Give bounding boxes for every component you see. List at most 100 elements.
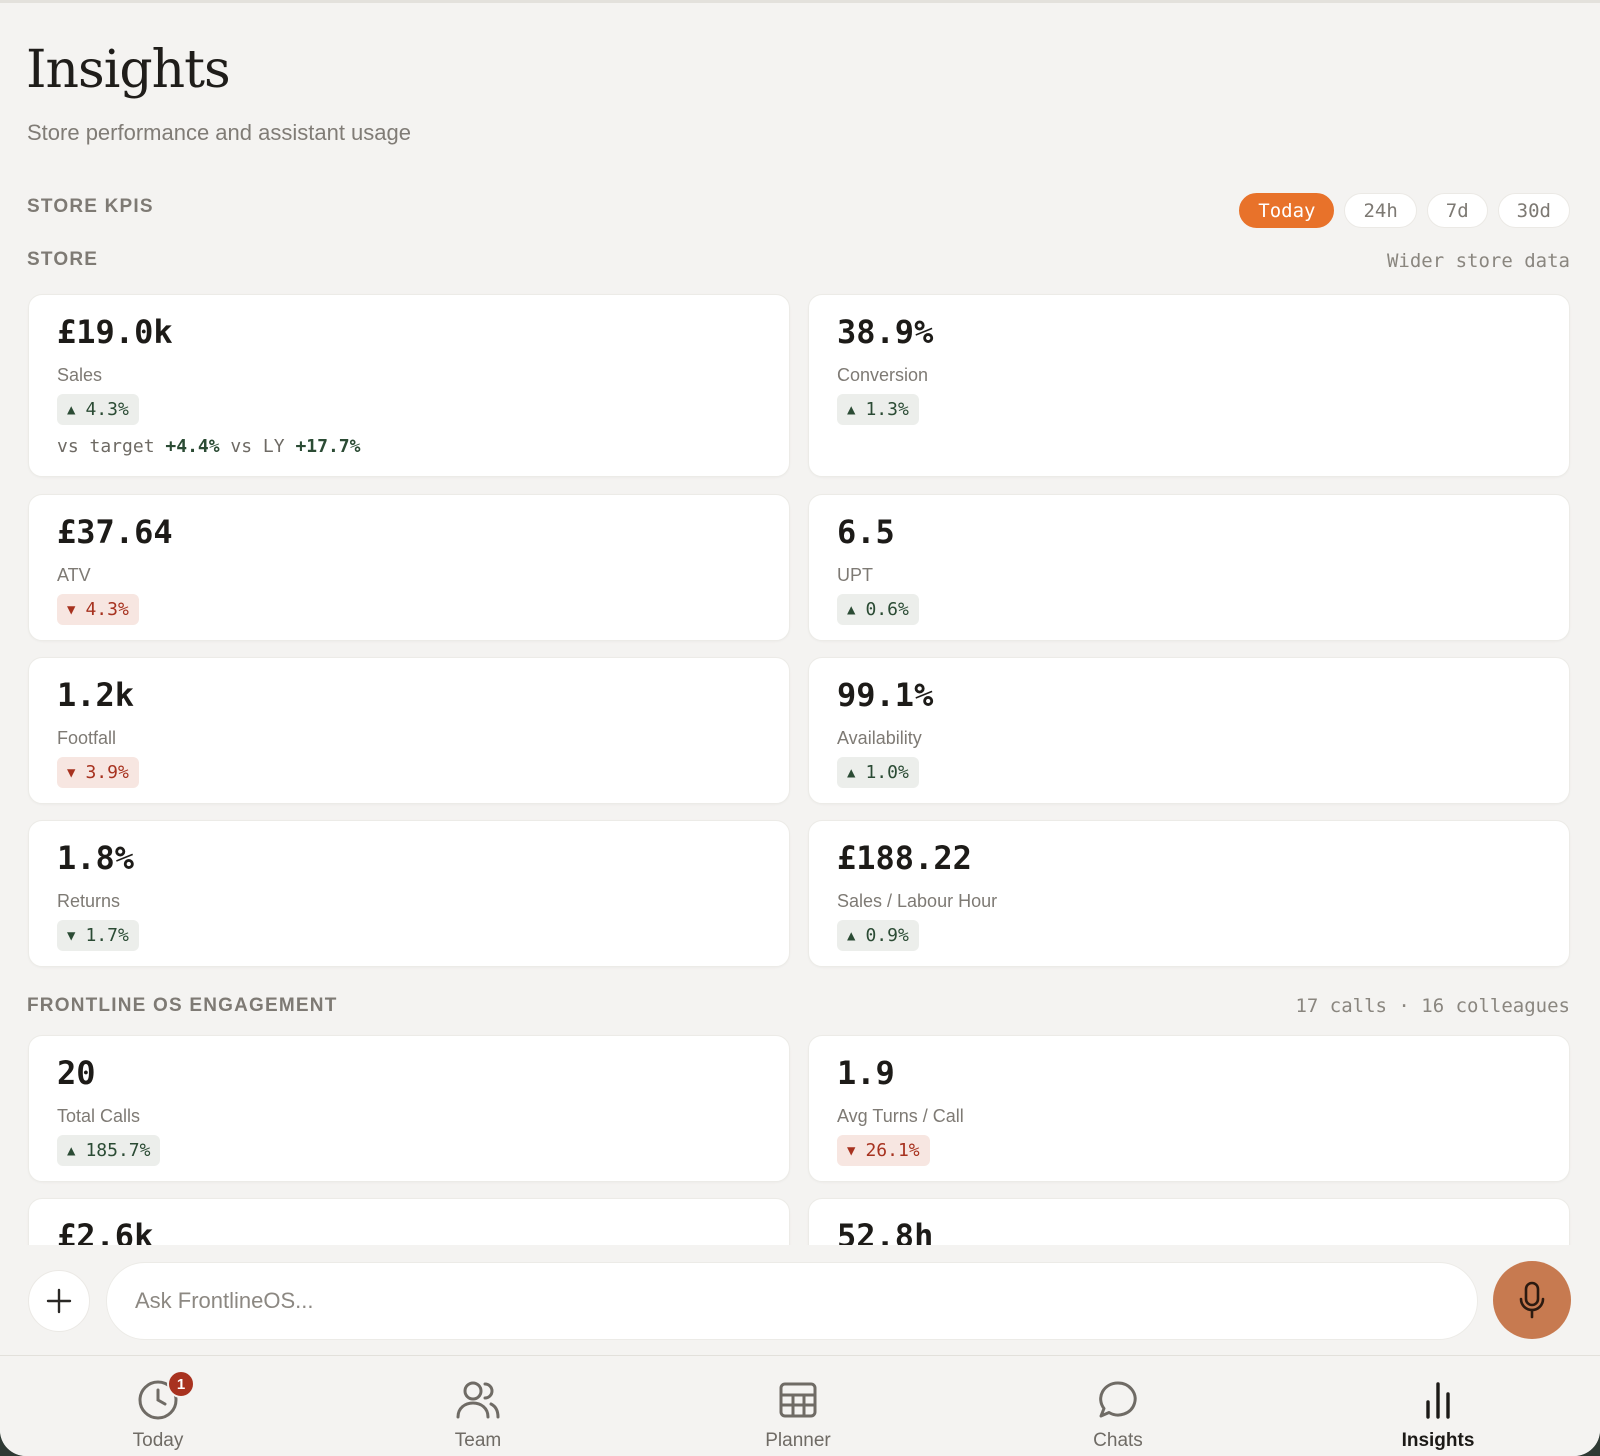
kpi-value: 99.1% — [837, 676, 934, 714]
delta-value: 1.7% — [85, 925, 129, 946]
delta-value: 26.1% — [865, 1140, 920, 1161]
microphone-icon — [1519, 1281, 1545, 1319]
range-pill-30d[interactable]: 30d — [1497, 193, 1570, 228]
delta-value: 0.6% — [865, 599, 909, 620]
kpi-value: £188.22 — [837, 839, 972, 877]
composer-bar — [0, 1245, 1600, 1355]
delta-value: 4.3% — [85, 399, 129, 420]
sales-comparison: vs target +4.4% vs LY +17.7% — [57, 436, 360, 457]
nav-label: Insights — [1401, 1430, 1475, 1451]
kpi-value: 6.5 — [837, 513, 895, 551]
vs-target-label: vs target — [57, 436, 155, 457]
kpi-card-upt[interactable]: 6.5 UPT ▲ 0.6% — [808, 494, 1570, 641]
kpi-label: Avg Turns / Call — [837, 1106, 964, 1126]
wider-store-data-link[interactable]: Wider store data — [1387, 250, 1570, 272]
vs-ly-value: +17.7% — [295, 436, 361, 457]
kpi-label: Availability — [837, 728, 922, 748]
kpi-label: Sales / Labour Hour — [837, 891, 998, 911]
ask-input[interactable] — [106, 1262, 1478, 1340]
delta-value: 185.7% — [85, 1140, 151, 1161]
up-arrow-icon: ▲ — [847, 601, 856, 618]
chat-bubble-icon — [1098, 1378, 1138, 1422]
store-heading: STORE — [27, 249, 99, 270]
microphone-button[interactable] — [1493, 1261, 1571, 1339]
nav-item-today[interactable]: 1 Today — [78, 1356, 238, 1456]
delta-badge: ▲ 0.6% — [837, 594, 919, 625]
delta-value: 4.3% — [85, 599, 129, 620]
engagement-card-total-calls[interactable]: 20 Total Calls ▲ 185.7% — [28, 1035, 790, 1182]
nav-item-team[interactable]: Team — [398, 1356, 558, 1456]
engagement-heading: FRONTLINE OS ENGAGEMENT — [27, 995, 338, 1016]
delta-badge: ▲ 0.9% — [837, 920, 919, 951]
bar-chart-icon — [1420, 1378, 1456, 1422]
up-arrow-icon: ▲ — [847, 401, 856, 418]
kpi-card-atv[interactable]: £37.64 ATV ▼ 4.3% — [28, 494, 790, 641]
clock-icon: 1 — [137, 1370, 195, 1422]
bottom-nav: 1 Today Team Planner Chats Insights — [0, 1355, 1600, 1456]
kpi-card-availability[interactable]: 99.1% Availability ▲ 1.0% — [808, 657, 1570, 804]
vs-ly-label: vs LY — [230, 436, 285, 457]
delta-badge: ▼ 26.1% — [837, 1135, 930, 1166]
kpi-label: Footfall — [57, 728, 117, 748]
range-selector: Today 24h 7d 30d — [1239, 193, 1570, 228]
kpi-value: 52.8h — [837, 1217, 934, 1245]
range-pill-24h[interactable]: 24h — [1344, 193, 1417, 228]
vs-target-value: +4.4% — [165, 436, 220, 457]
nav-label: Team — [454, 1430, 502, 1451]
kpi-card-sales[interactable]: £19.0k Sales ▲ 4.3% vs target +4.4% vs L… — [28, 294, 790, 477]
kpi-value: £2.6k — [57, 1217, 154, 1245]
down-arrow-icon: ▼ — [67, 601, 76, 618]
kpi-card-sales-per-labour-hour[interactable]: £188.22 Sales / Labour Hour ▲ 0.9% — [808, 820, 1570, 967]
page-title: Insights — [26, 40, 231, 100]
delta-value: 3.9% — [85, 762, 129, 783]
kpi-label: Conversion — [837, 365, 929, 385]
nav-item-insights[interactable]: Insights — [1358, 1356, 1518, 1456]
nav-label: Planner — [765, 1430, 831, 1451]
nav-item-planner[interactable]: Planner — [718, 1356, 878, 1456]
app-window: Insights Store performance and assistant… — [0, 0, 1600, 1456]
kpi-card-returns[interactable]: 1.8% Returns ▼ 1.7% — [28, 820, 790, 967]
engagement-summary: 17 calls · 16 colleagues — [1295, 995, 1570, 1017]
kpi-value: £37.64 — [57, 513, 173, 551]
people-icon — [455, 1378, 501, 1422]
engagement-card-hours-partial[interactable]: 52.8h — [808, 1198, 1570, 1245]
range-pill-7d[interactable]: 7d — [1426, 193, 1488, 228]
delta-badge: ▲ 4.3% — [57, 394, 139, 425]
down-arrow-icon: ▼ — [67, 927, 76, 944]
delta-value: 1.0% — [865, 762, 909, 783]
down-arrow-icon: ▼ — [847, 1142, 856, 1159]
engagement-card-avg-turns[interactable]: 1.9 Avg Turns / Call ▼ 26.1% — [808, 1035, 1570, 1182]
notification-badge: 1 — [167, 1370, 195, 1398]
up-arrow-icon: ▲ — [847, 927, 856, 944]
kpi-value: 38.9% — [837, 313, 934, 351]
kpi-label: Total Calls — [57, 1106, 141, 1126]
delta-badge: ▲ 185.7% — [57, 1135, 161, 1166]
range-pill-today[interactable]: Today — [1239, 193, 1335, 228]
delta-badge: ▼ 3.9% — [57, 757, 139, 788]
insights-scroll-area[interactable]: Insights Store performance and assistant… — [0, 0, 1600, 1245]
kpi-value: 1.9 — [837, 1054, 895, 1092]
nav-label: Chats — [1093, 1430, 1143, 1451]
up-arrow-icon: ▲ — [847, 764, 856, 781]
delta-badge: ▼ 4.3% — [57, 594, 139, 625]
delta-value: 1.3% — [865, 399, 909, 420]
delta-badge: ▼ 1.7% — [57, 920, 139, 951]
kpi-value: 20 — [57, 1054, 96, 1092]
kpi-card-conversion[interactable]: 38.9% Conversion ▲ 1.3% — [808, 294, 1570, 477]
calendar-grid-icon — [778, 1378, 818, 1422]
kpi-label: UPT — [837, 565, 873, 585]
delta-badge: ▲ 1.3% — [837, 394, 919, 425]
up-arrow-icon: ▲ — [67, 401, 76, 418]
page-subtitle: Store performance and assistant usage — [27, 120, 412, 145]
kpi-label: ATV — [57, 565, 91, 585]
down-arrow-icon: ▼ — [67, 764, 76, 781]
delta-badge: ▲ 1.0% — [837, 757, 919, 788]
kpi-label: Sales — [57, 365, 103, 385]
nav-item-chats[interactable]: Chats — [1038, 1356, 1198, 1456]
delta-value: 0.9% — [865, 925, 909, 946]
kpi-card-footfall[interactable]: 1.2k Footfall ▼ 3.9% — [28, 657, 790, 804]
kpi-value: 1.8% — [57, 839, 135, 877]
up-arrow-icon: ▲ — [67, 1142, 76, 1159]
add-attachment-button[interactable] — [28, 1270, 90, 1332]
engagement-card-value-partial[interactable]: £2.6k — [28, 1198, 790, 1245]
